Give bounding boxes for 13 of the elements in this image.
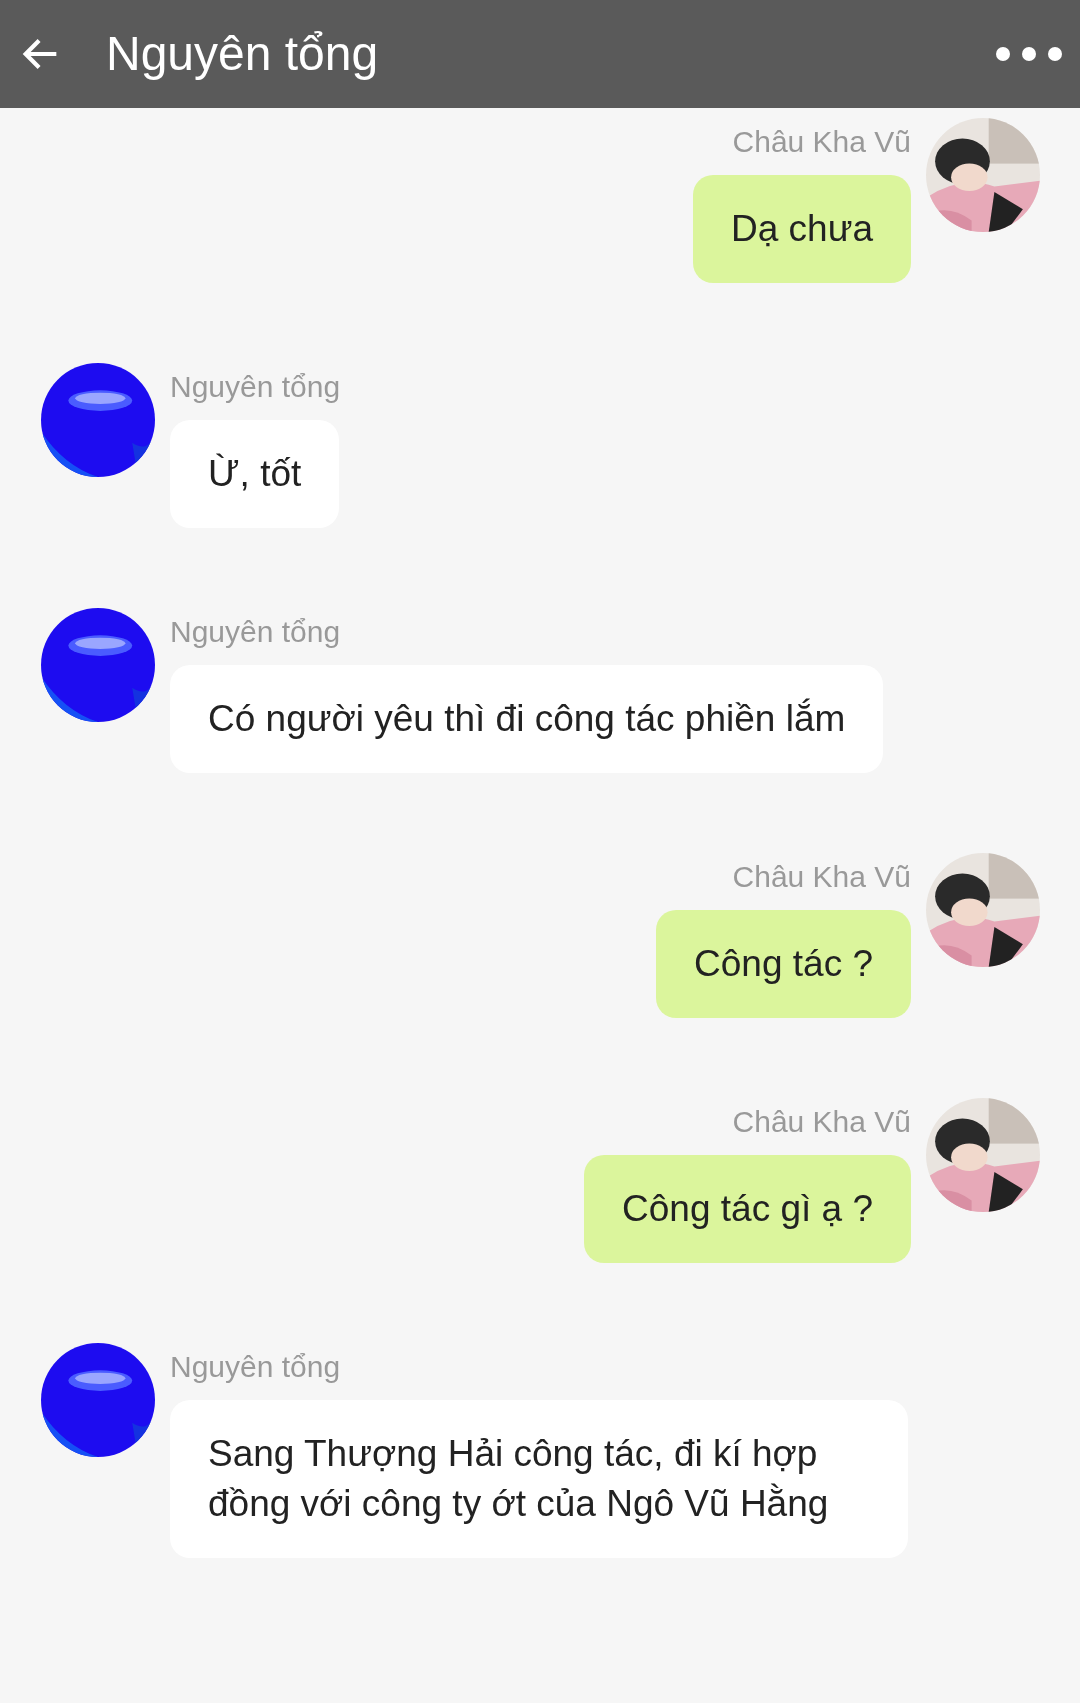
sender-name: Nguyên tổng (170, 369, 341, 405)
message-bubble: Công tác gì ạ ? (584, 1155, 911, 1263)
message-bubble: Công tác ? (656, 910, 911, 1018)
message-bubble: Ừ, tốt (170, 420, 340, 528)
sender-name: Châu Kha Vũ (732, 1104, 911, 1140)
sender-name: Châu Kha Vũ (732, 124, 911, 160)
sender-name: Nguyên tổng (170, 614, 341, 650)
chat-title: Nguyên tổng (106, 26, 379, 82)
sender-name: Châu Kha Vũ (732, 859, 911, 895)
message-bubble: Dạ chưa (693, 175, 911, 283)
message-bubble: Sang Thượng Hải công tác, đi kí hợp đồng với công ty ớt của Ngô Vũ Hằng (170, 1400, 908, 1558)
message-bubble: Có người yêu thì đi công tác phiền lắm (170, 665, 884, 773)
sender-name: Nguyên tổng (170, 1349, 341, 1385)
